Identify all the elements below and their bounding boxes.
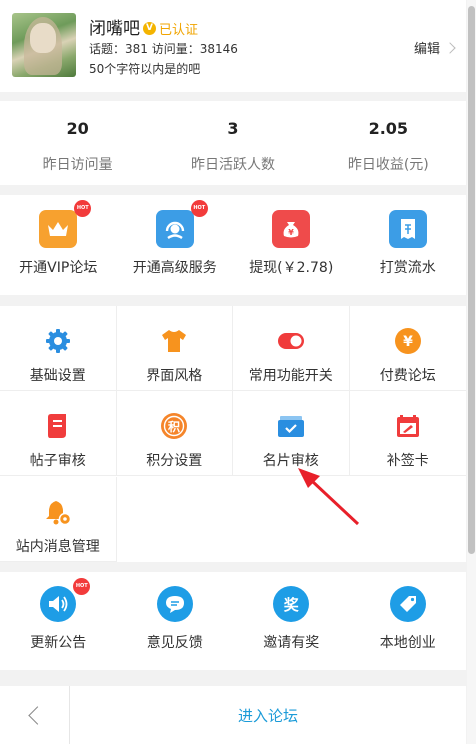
scrollbar-thumb[interactable] (468, 6, 475, 554)
points-icon: 积 (159, 411, 189, 441)
verified-icon: V (143, 22, 156, 35)
stat-yesterday-active-users: 3 昨日活跃人数 (155, 101, 310, 185)
tshirt-icon (159, 326, 189, 356)
back-button[interactable] (0, 686, 70, 744)
bell-settings-icon (43, 497, 73, 527)
hot-badge: HOT (74, 200, 92, 217)
card-check-icon (276, 411, 306, 441)
setting-label: 补签卡 (386, 453, 429, 470)
receipt-icon (388, 210, 427, 248)
yen-glyph: ¥ (403, 334, 413, 350)
feature-label: 开通高级服务 (132, 260, 217, 276)
prize-icon: 奖 (273, 586, 310, 622)
feature-vip-forum[interactable]: HOT 开通VIP论坛 (0, 195, 117, 295)
setting-points[interactable]: 积 积分设置 (116, 391, 233, 477)
toggle-icon (276, 326, 306, 356)
setting-site-messages[interactable]: 站内消息管理 (0, 476, 117, 562)
tag-icon (389, 586, 426, 622)
setting-label: 帖子审核 (29, 453, 86, 470)
chevron-left-icon (28, 705, 47, 725)
setting-label: 常用功能开关 (248, 368, 333, 384)
document-icon (43, 411, 73, 441)
edit-button[interactable]: 编辑 (413, 38, 456, 57)
verified-label: 已认证 (159, 23, 199, 38)
stat-label: 昨日访问量 (42, 157, 113, 173)
setting-label: 站内消息管理 (15, 538, 100, 555)
stat-label: 昨日活跃人数 (190, 157, 275, 173)
setting-label: 界面风格 (146, 368, 203, 384)
crown-icon: HOT (39, 200, 92, 248)
verified-badge: V 已认证 (143, 19, 198, 38)
setting-paid-forum[interactable]: ¥ 付费论坛 (349, 306, 466, 391)
megaphone-icon: HOT (40, 578, 91, 622)
topic-visit-stats: 话题：381 访问量：38146 (89, 42, 238, 56)
hot-badge: HOT (190, 200, 208, 217)
edit-label: 编辑 (413, 42, 440, 57)
tool-feedback[interactable]: 意见反馈 (117, 572, 234, 670)
setting-card-review[interactable]: 名片审核 (233, 391, 350, 477)
stat-value: 2.05 (368, 119, 409, 138)
tools-row: HOT 更新公告 意见反馈 奖 邀请有奖 本地创业 (0, 572, 466, 670)
stat-value: 20 (66, 119, 89, 138)
feature-label: 打赏流水 (379, 260, 436, 276)
hot-badge: HOT (73, 578, 91, 595)
stat-yesterday-visits: 20 昨日访问量 (0, 101, 155, 185)
money-bag-icon: ¥ (272, 210, 311, 248)
forum-avatar[interactable] (12, 13, 76, 77)
calendar-edit-icon (393, 411, 423, 441)
gear-icon (43, 326, 73, 356)
feature-label: 开通VIP论坛 (19, 260, 98, 276)
feature-label: 提现(￥2.78) (249, 260, 334, 276)
scrollbar-track[interactable] (467, 0, 476, 744)
setting-theme[interactable]: 界面风格 (116, 306, 233, 391)
forum-name: 闭嘴吧 (89, 19, 140, 39)
stat-value: 3 (227, 119, 239, 138)
tool-label: 意见反馈 (146, 635, 203, 651)
yen-coin-icon: ¥ (393, 326, 423, 356)
feature-row: HOT 开通VIP论坛 HOT 开通高级服务 ¥ 提现(￥2.78) 打赏流水 (0, 195, 466, 295)
stat-yesterday-income: 2.05 昨日收益(元) (311, 101, 466, 185)
tool-update-notice[interactable]: HOT 更新公告 (0, 572, 117, 670)
setting-label: 名片审核 (262, 453, 319, 470)
setting-basic[interactable]: 基础设置 (0, 306, 117, 391)
enter-forum-button[interactable]: 进入论坛 (70, 686, 466, 744)
tool-label: 更新公告 (30, 635, 87, 651)
feature-withdraw[interactable]: ¥ 提现(￥2.78) (233, 195, 350, 295)
feature-tip-records[interactable]: 打赏流水 (350, 195, 467, 295)
forum-header: 闭嘴吧 V 已认证 话题：381 访问量：38146 50个字符以内是的吧 编辑 (0, 0, 466, 92)
setting-makeup-card[interactable]: 补签卡 (349, 391, 466, 477)
headset-icon: HOT (155, 200, 208, 248)
settings-grid: 基础设置 界面风格 常用功能开关 ¥ 付费论坛 帖子审核 积 积分设置 名片审核 (0, 306, 466, 562)
chat-icon (156, 586, 193, 622)
tool-invite-reward[interactable]: 奖 邀请有奖 (233, 572, 350, 670)
tool-label: 本地创业 (379, 635, 436, 651)
daily-stats: 20 昨日访问量 3 昨日活跃人数 2.05 昨日收益(元) (0, 101, 466, 185)
feature-advanced-service[interactable]: HOT 开通高级服务 (117, 195, 234, 295)
chevron-right-icon (444, 41, 456, 54)
points-glyph: 积 (168, 419, 180, 434)
tool-label: 邀请有奖 (263, 635, 320, 651)
setting-feature-switches[interactable]: 常用功能开关 (233, 306, 350, 391)
setting-label: 积分设置 (146, 453, 203, 470)
stat-label: 昨日收益(元) (347, 157, 429, 173)
tool-local-business[interactable]: 本地创业 (350, 572, 467, 670)
forum-description: 50个字符以内是的吧 (89, 62, 201, 76)
setting-label: 付费论坛 (379, 368, 436, 384)
svg-text:¥: ¥ (288, 228, 294, 237)
bottom-bar: 进入论坛 (0, 686, 466, 744)
setting-label: 基础设置 (29, 368, 86, 384)
setting-post-review[interactable]: 帖子审核 (0, 391, 117, 477)
